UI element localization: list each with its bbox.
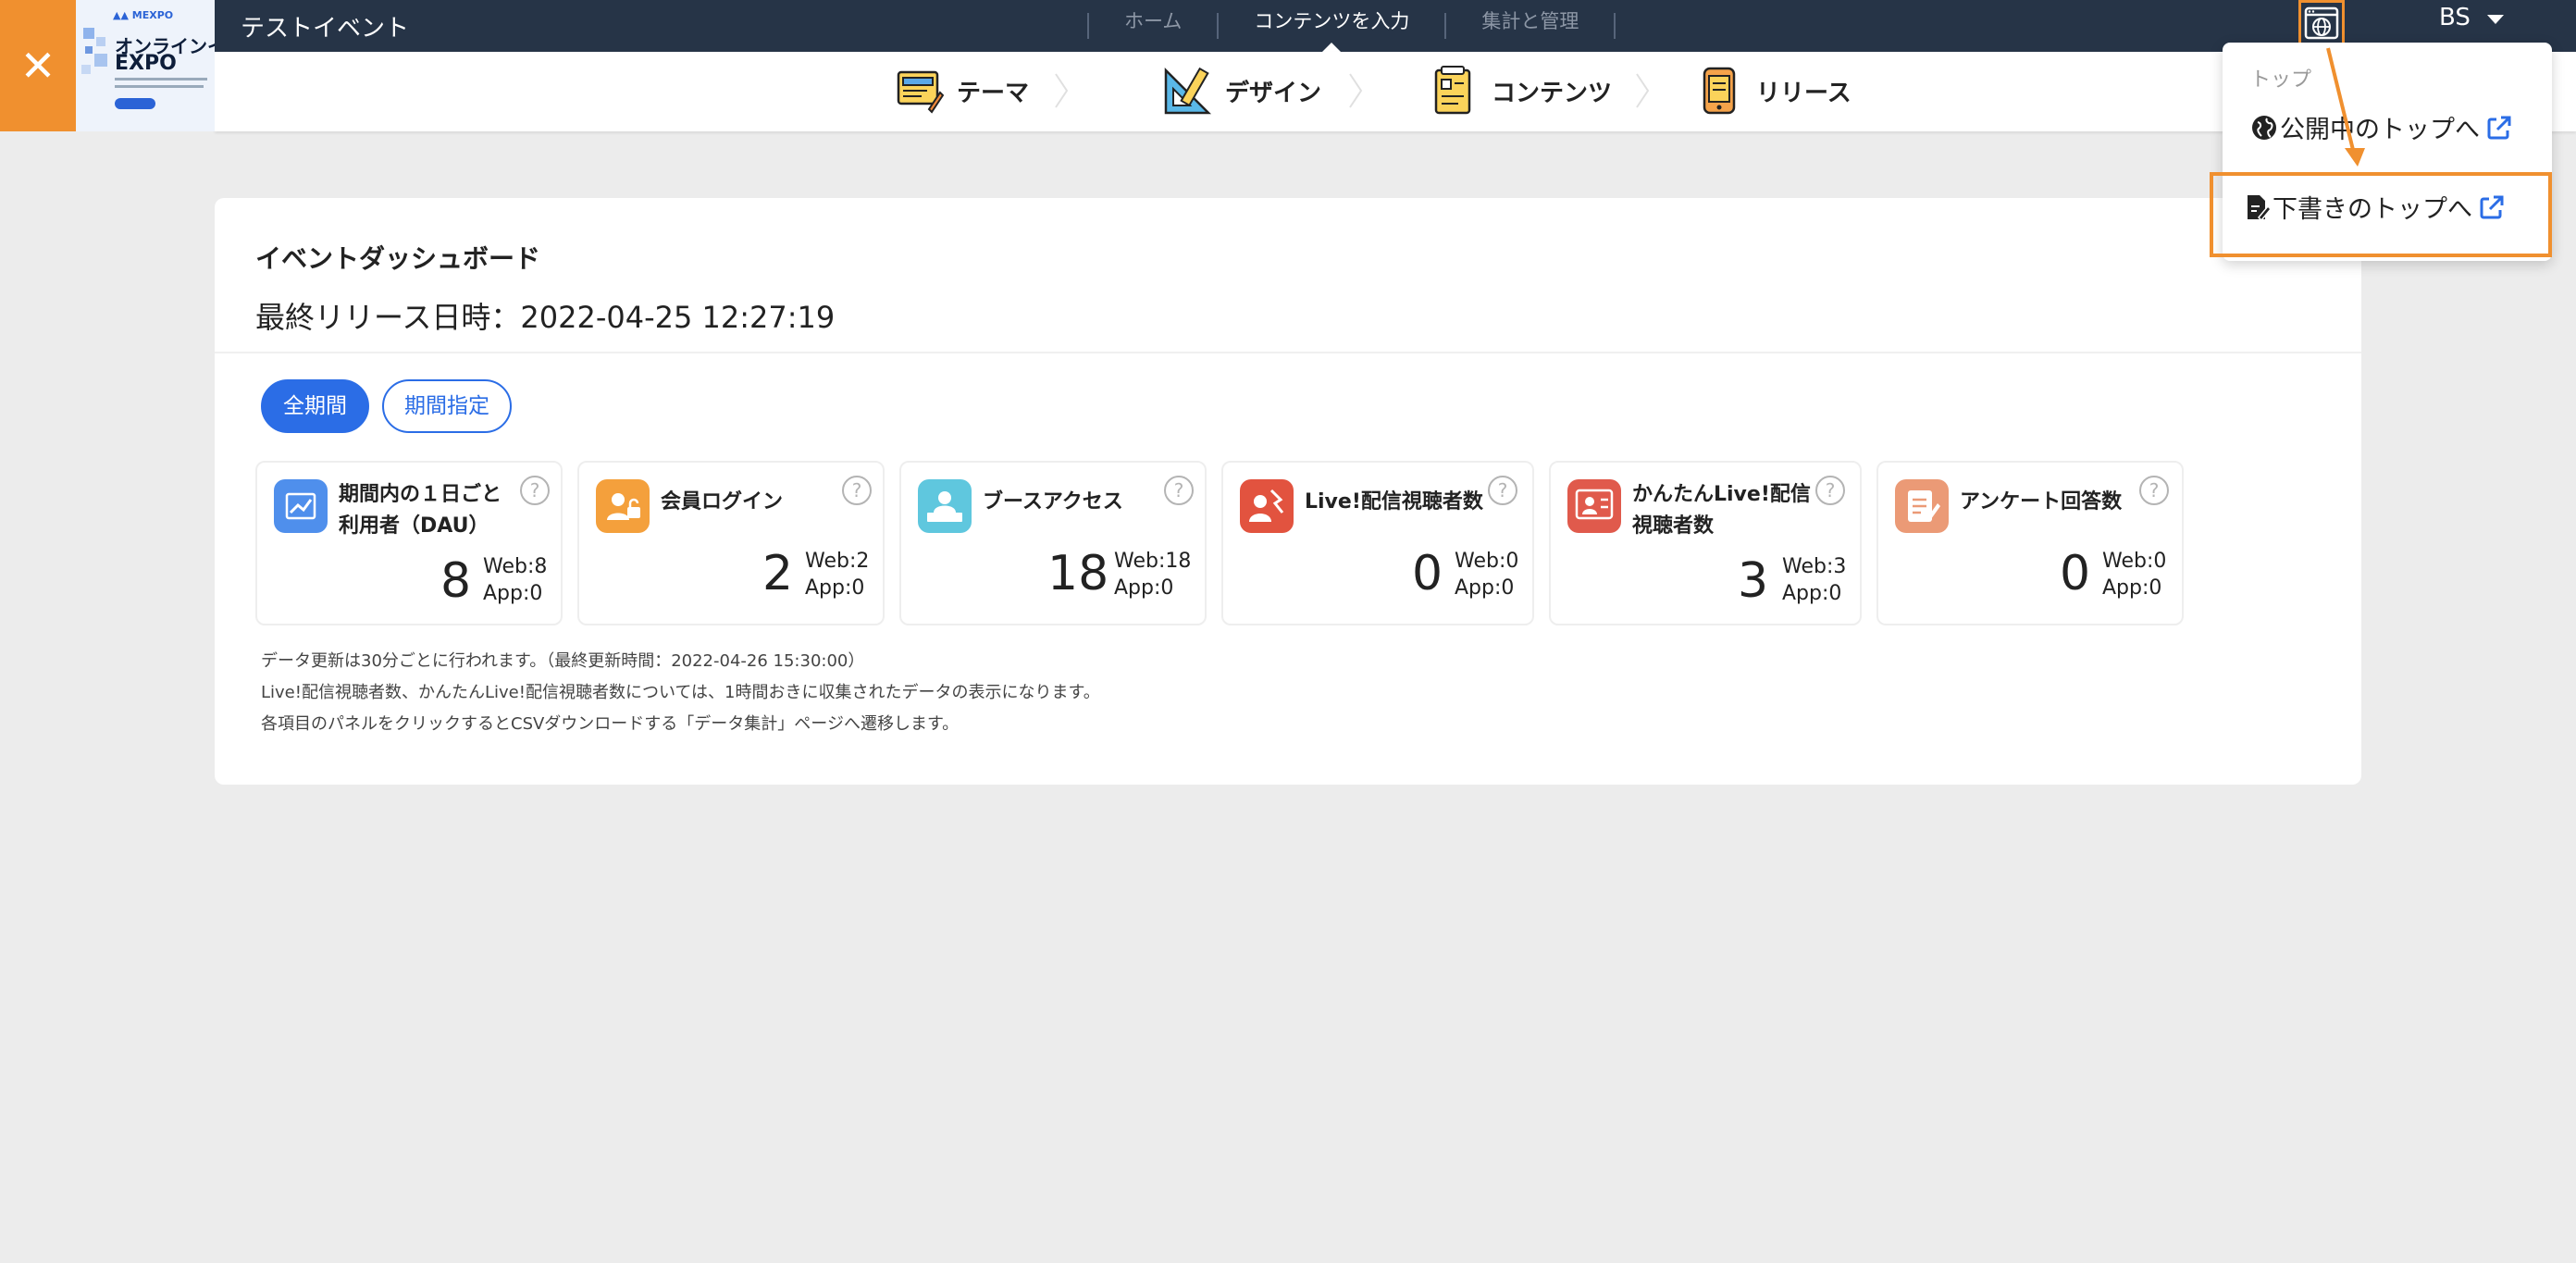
step-design-label: デザイン (1225, 79, 1322, 107)
metric-title: 期間内の１日ごと 利用者（DAU） (339, 483, 502, 538)
booth-person-icon (918, 479, 972, 533)
top-bar: テストイベント ホーム コンテンツを入力 集計と管理 BS (0, 0, 2576, 52)
help-icon[interactable]: ? (2139, 476, 2169, 505)
metric-panel-member-login[interactable]: 会員ログイン ? 2 Web:2 App:0 (577, 461, 885, 625)
line-chart-icon (274, 479, 328, 533)
thumbnail-decoration (81, 28, 107, 74)
dashboard-header: イベントダッシュボード 最終リリース日時：2022-04-25 12:27:19 (215, 198, 2361, 353)
close-icon: ✕ (19, 41, 56, 91)
step-chevron-icon (1349, 73, 1363, 108)
metric-title: ブースアクセス (983, 490, 1123, 514)
metric-title: かんたんLive!配信 視聴者数 (1632, 483, 1811, 538)
metric-panel-booth-access[interactable]: ブースアクセス ? 18 Web:18 App:0 (899, 461, 1207, 625)
metric-title: 会員ログイン (661, 490, 784, 514)
thumbnail-text-lines (115, 78, 215, 100)
step-release-label: リリース (1756, 79, 1852, 107)
release-phone-icon (1703, 67, 1736, 115)
nav-content-input[interactable]: コンテンツを入力 (1219, 0, 1444, 52)
step-theme[interactable]: テーマ (896, 65, 1029, 117)
metric-value: 0 (1412, 546, 1443, 601)
thumbnail-line2: EXPO (115, 52, 177, 75)
metric-value: 18 (1047, 546, 1109, 601)
metric-breakdown: Web:18 App:0 (1114, 550, 1192, 600)
help-icon[interactable]: ? (1164, 476, 1194, 505)
globe-icon (2252, 115, 2276, 140)
easy-live-screen-icon (1567, 479, 1621, 533)
note-line: Live!配信視聴者数、かんたんLive!配信視聴者数については、1時間おきに収… (261, 683, 1100, 702)
nav-divider (1614, 13, 1616, 39)
caret-down-icon (2486, 15, 2504, 24)
metric-breakdown: Web:0 App:0 (2102, 550, 2167, 600)
metric-panel-live-viewers[interactable]: Live!配信視聴者数 ? 0 Web:0 App:0 (1221, 461, 1534, 625)
help-icon[interactable]: ? (1815, 476, 1845, 505)
browser-globe-icon (2304, 6, 2339, 40)
user-menu[interactable]: BS (2439, 4, 2504, 31)
help-icon[interactable]: ? (520, 476, 550, 505)
step-chevron-icon (1055, 73, 1069, 108)
dashboard-card: イベントダッシュボード 最終リリース日時：2022-04-25 12:27:19… (215, 198, 2361, 785)
step-design[interactable]: デザイン (1162, 65, 1321, 117)
last-release-datetime: 最終リリース日時：2022-04-25 12:27:19 (255, 300, 836, 335)
step-content-label: コンテンツ (1492, 79, 1613, 107)
content-document-icon (1434, 66, 1471, 115)
design-ruler-icon (1164, 67, 1212, 115)
event-title: テストイベント (241, 15, 410, 43)
step-release[interactable]: リリース (1695, 65, 1852, 117)
highlight-frame (2210, 172, 2552, 257)
metric-value: 8 (440, 553, 472, 609)
metric-value: 3 (1738, 553, 1769, 609)
external-link-icon (2487, 116, 2511, 139)
nav-aggregate-manage[interactable]: 集計と管理 (1446, 0, 1614, 52)
metric-title: アンケート回答数 (1960, 490, 2123, 514)
annotation-arrow-icon (2326, 47, 2365, 167)
close-button[interactable]: ✕ (0, 0, 76, 131)
data-notes: データ更新は30分ごとに行われます。（最終更新時間：2022-04-26 15:… (261, 646, 1100, 740)
filter-date-range-button[interactable]: 期間指定 (382, 379, 512, 433)
thumbnail-button (115, 98, 155, 109)
metric-value: 2 (762, 546, 794, 601)
period-filter: 全期間 期間指定 (261, 379, 512, 433)
metric-panel-dau[interactable]: 期間内の１日ごと 利用者（DAU） ? 8 Web:8 App:0 (255, 461, 563, 625)
live-broadcast-icon (1240, 479, 1294, 533)
survey-clipboard-icon (1895, 479, 1949, 533)
note-line: データ更新は30分ごとに行われます。（最終更新時間：2022-04-26 15:… (261, 651, 865, 671)
help-icon[interactable]: ? (842, 476, 872, 505)
dropdown-header: トップ (2250, 68, 2312, 92)
metric-value: 0 (2060, 546, 2091, 601)
thumbnail-brand-mark: ▲▲ MEXPO (113, 9, 174, 21)
event-thumbnail: ▲▲ MEXPO オンラインイ EXPO (76, 0, 215, 131)
top-nav: ホーム コンテンツを入力 集計と管理 (1087, 0, 1616, 52)
metric-breakdown: Web:8 App:0 (483, 555, 548, 605)
note-line: 各項目のパネルをクリックするとCSVダウンロードする「データ集計」ページへ遷移し… (261, 714, 960, 734)
user-lock-icon (596, 479, 650, 533)
metric-breakdown: Web:3 App:0 (1782, 555, 1847, 605)
help-icon[interactable]: ? (1488, 476, 1517, 505)
metric-title: Live!配信視聴者数 (1305, 490, 1483, 514)
metric-breakdown: Web:2 App:0 (805, 550, 870, 600)
dashboard-title: イベントダッシュボード (255, 243, 541, 274)
metric-panel-survey-answers[interactable]: アンケート回答数 ? 0 Web:0 App:0 (1876, 461, 2184, 625)
filter-all-period-button[interactable]: 全期間 (261, 379, 369, 433)
theme-icon (897, 70, 944, 114)
user-initials: BS (2439, 4, 2471, 31)
step-theme-label: テーマ (957, 79, 1030, 107)
go-published-top-link[interactable]: 公開中のトップへ (2250, 109, 2513, 145)
step-content[interactable]: コンテンツ (1430, 65, 1612, 117)
metric-panel-easy-live-viewers[interactable]: かんたんLive!配信 視聴者数 ? 3 Web:3 App:0 (1549, 461, 1862, 625)
metric-breakdown: Web:0 App:0 (1455, 550, 1519, 600)
step-chevron-icon (1636, 73, 1650, 108)
nav-home[interactable]: ホーム (1089, 0, 1217, 52)
dropdown-item-label: 公開中のトップへ (2280, 116, 2480, 144)
preview-site-button[interactable] (2298, 0, 2345, 46)
